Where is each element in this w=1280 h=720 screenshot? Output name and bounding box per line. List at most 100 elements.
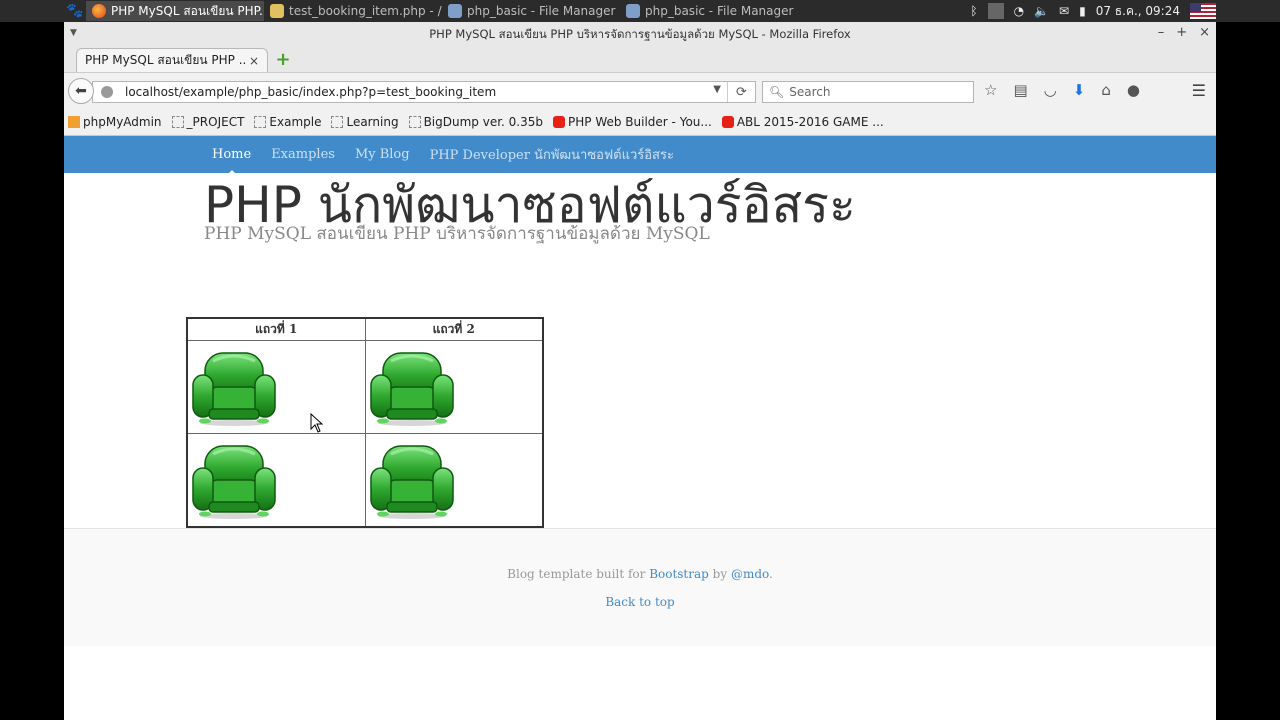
bookmark-learning[interactable]: Learning (331, 115, 399, 129)
window-menu-icon[interactable]: ▼ (70, 28, 77, 38)
nav-link-home[interactable]: Home (212, 147, 251, 175)
back-arrow-icon: ⬅ (75, 83, 87, 99)
folder-icon (626, 4, 640, 18)
footer-text: . (769, 567, 773, 581)
mouse-pointer-icon (310, 413, 324, 433)
folder-icon (171, 115, 184, 128)
armchair-icon[interactable] (369, 347, 455, 427)
site-identity-icon[interactable] (101, 86, 113, 98)
system-tray: ᛒ ◔ 🔈 ✉ ▮ 07 ธ.ค., 09:24 (970, 0, 1216, 22)
youtube-icon (721, 115, 734, 128)
bluetooth-icon[interactable]: ᛒ (970, 4, 977, 18)
os-taskbar: 🐾 PHP MySQL สอนเขียน PHP... test_booking… (0, 0, 1280, 22)
tab-title: PHP MySQL สอนเขียน PHP ... (85, 53, 245, 67)
wifi-icon[interactable]: ◔ (1014, 4, 1024, 18)
new-tab-button[interactable]: + (274, 51, 292, 69)
navigation-toolbar: localhost/example/php_basic/index.php?p=… (64, 72, 1216, 108)
taskbar-item-editor[interactable]: test_booking_item.php - /v... (264, 1, 442, 21)
taskbar-item-firefox[interactable]: PHP MySQL สอนเขียน PHP... (86, 1, 264, 21)
taskbar-item-label: php_basic - File Manager (645, 4, 794, 18)
armchair-icon[interactable] (191, 440, 277, 520)
folder-icon (331, 115, 344, 128)
window-controls: – + × (1158, 25, 1210, 40)
bookmark-label: ABL 2015-2016 GAME ... (736, 114, 884, 129)
nav-link-examples[interactable]: Examples (271, 147, 335, 162)
bookmark-star-icon[interactable]: ☆ (984, 81, 997, 99)
maximize-button[interactable]: + (1176, 25, 1187, 40)
clock[interactable]: 07 ธ.ค., 09:24 (1096, 2, 1180, 21)
armchair-icon[interactable] (369, 440, 455, 520)
bookmark-project[interactable]: _PROJECT (171, 114, 245, 129)
bookmark-bigdump[interactable]: BigDump ver. 0.35b (408, 114, 544, 129)
mdo-link[interactable]: @mdo (731, 567, 769, 581)
seat-cell[interactable] (186, 339, 366, 434)
window-titlebar: ▼ PHP MySQL สอนเขียน PHP บริหารจัดการฐาน… (64, 22, 1216, 48)
folder-icon (448, 4, 462, 18)
reading-list-icon[interactable]: ▤ (1013, 81, 1027, 99)
booking-table: แถวที่ 1 แถวที่ 2 (186, 317, 544, 528)
taskbar-item-file-manager[interactable]: php_basic - File Manager (442, 1, 620, 21)
taskbar-item-file-manager-2[interactable]: php_basic - File Manager (620, 1, 798, 21)
youtube-icon (553, 115, 566, 128)
bookmark-label: _PROJECT (186, 114, 245, 129)
seat-cell[interactable] (364, 433, 544, 528)
downloads-icon[interactable]: ⬇ (1073, 81, 1086, 99)
hamburger-menu-icon[interactable]: ☰ (1192, 81, 1206, 100)
firefox-window: ▼ PHP MySQL สอนเขียน PHP บริหารจัดการฐาน… (64, 22, 1216, 720)
search-bar[interactable]: 🔍︎ Search (762, 81, 974, 103)
home-icon[interactable]: ⌂ (1101, 81, 1111, 99)
column-header: แถวที่ 1 (186, 317, 366, 341)
column-header: แถวที่ 2 (364, 317, 544, 341)
nav-link-php-developer[interactable]: PHP Developer นักพัฒนาซอฟต์แวร์อิสระ (430, 144, 674, 165)
pocket-icon[interactable]: ◡ (1044, 81, 1057, 99)
table-row (186, 339, 544, 434)
bookmark-label: phpMyAdmin (83, 114, 162, 129)
table-header-row: แถวที่ 1 แถวที่ 2 (186, 317, 544, 341)
bookmark-abl-game[interactable]: ABL 2015-2016 GAME ... (721, 114, 884, 129)
bookmark-label: BigDump ver. 0.35b (423, 114, 544, 129)
tab-strip: PHP MySQL สอนเขียน PHP ... × + (64, 48, 1216, 72)
minimize-button[interactable]: – (1158, 25, 1165, 40)
back-to-top-link[interactable]: Back to top (605, 595, 674, 609)
bootstrap-link[interactable]: Bootstrap (649, 567, 709, 581)
indicator-icon[interactable] (987, 3, 1004, 19)
footer-text: by (708, 567, 731, 581)
taskbar-item-label: PHP MySQL สอนเขียน PHP... (111, 3, 264, 18)
reload-button[interactable]: ⟳ (727, 82, 755, 102)
bookmark-label: PHP Web Builder - You... (568, 114, 712, 129)
bookmarks-toolbar: phpMyAdmin _PROJECT Example Learning Big… (64, 108, 1216, 136)
history-dropdown-icon[interactable]: ▼ (713, 84, 721, 95)
bookmark-php-web-builder[interactable]: PHP Web Builder - You... (553, 115, 712, 129)
seat-cell[interactable] (186, 433, 366, 528)
chat-icon[interactable]: ● (1127, 81, 1140, 99)
armchair-icon[interactable] (191, 347, 277, 427)
window-title: PHP MySQL สอนเขียน PHP บริหารจัดการฐานข้… (429, 27, 851, 41)
tab-close-icon[interactable]: × (249, 54, 259, 68)
seat-cell[interactable] (364, 339, 544, 434)
us-flag-icon[interactable] (1190, 3, 1216, 19)
browser-tab[interactable]: PHP MySQL สอนเขียน PHP ... × (76, 48, 268, 72)
url-text: localhost/example/php_basic/index.php?p=… (125, 85, 497, 99)
phpmyadmin-icon (68, 115, 80, 128)
back-button[interactable]: ⬅ (68, 78, 94, 104)
app-menu-icon[interactable]: 🐾 (64, 0, 86, 22)
blog-footer: Blog template built for Bootstrap by @md… (64, 528, 1216, 646)
bookmark-phpmyadmin[interactable]: phpMyAdmin (68, 115, 162, 129)
toolbar-icons: ☆ ▤ ◡ ⬇ ⌂ ● (984, 81, 1140, 99)
search-placeholder: Search (789, 85, 831, 99)
search-icon: 🔍︎ (769, 85, 785, 99)
page-content: Home Examples My Blog PHP Developer นักพ… (64, 136, 1216, 720)
url-bar[interactable]: localhost/example/php_basic/index.php?p=… (92, 81, 756, 103)
editor-icon (270, 4, 284, 18)
close-button[interactable]: × (1199, 25, 1210, 40)
nav-link-my-blog[interactable]: My Blog (355, 147, 410, 162)
footer-credit: Blog template built for Bootstrap by @md… (64, 567, 1216, 581)
blog-description: PHP MySQL สอนเขียน PHP บริหารจัดการฐานข้… (204, 224, 710, 244)
battery-icon[interactable]: ▮ (1079, 4, 1086, 18)
taskbar-item-label: php_basic - File Manager (467, 4, 616, 18)
footer-text: Blog template built for (507, 567, 650, 581)
mail-icon[interactable]: ✉ (1059, 4, 1069, 18)
folder-icon (254, 115, 267, 128)
volume-icon[interactable]: 🔈 (1034, 4, 1049, 18)
bookmark-example[interactable]: Example (254, 115, 321, 129)
